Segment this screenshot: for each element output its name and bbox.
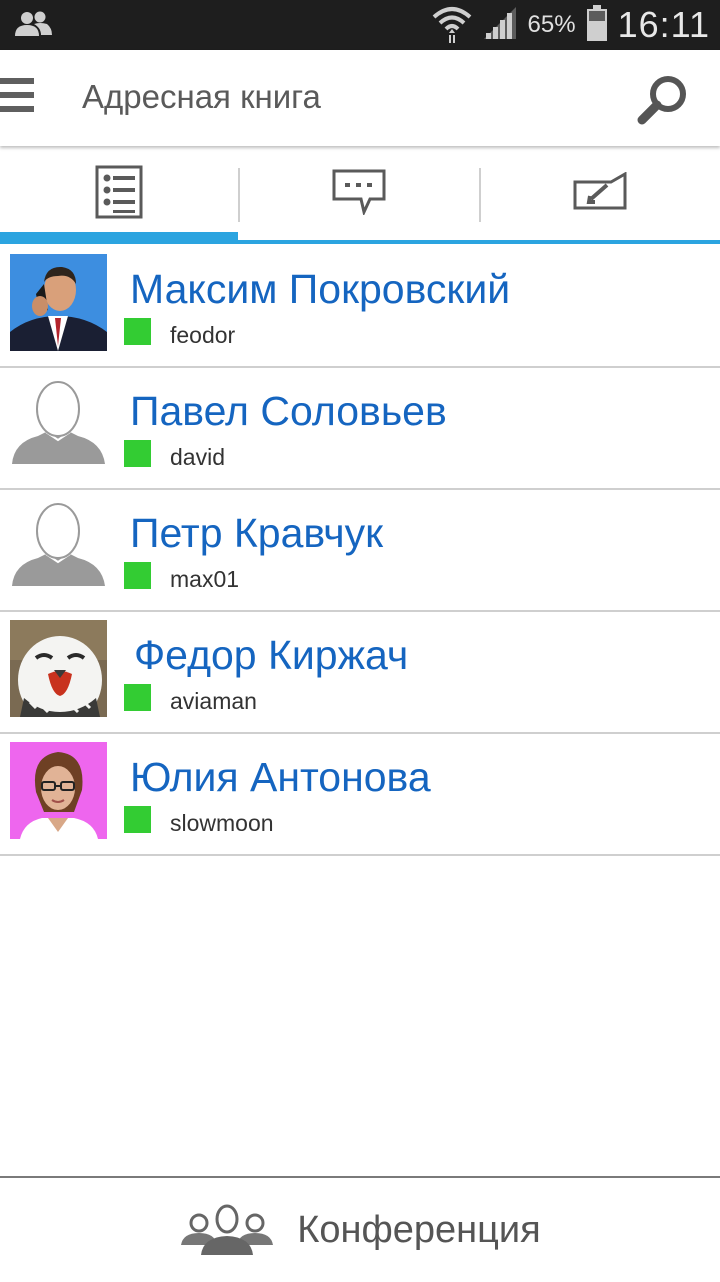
contact-name: Петр Кравчук	[130, 510, 384, 556]
contact-name: Павел Соловьев	[130, 388, 447, 434]
contact-login: feodor	[170, 322, 236, 348]
tab-selected-indicator	[0, 232, 238, 244]
conference-label: Конференция	[297, 1208, 541, 1251]
contact-list: Максим Покровский feodor Павел Соловьев …	[0, 246, 720, 856]
online-status-indicator	[124, 562, 151, 589]
tab-contacts[interactable]	[0, 148, 238, 240]
contact-list-icon	[95, 165, 143, 224]
contact-login: max01	[170, 566, 240, 592]
contact-name: Федор Киржач	[134, 632, 409, 678]
status-bar: 65% 16:11	[0, 0, 720, 50]
avatar	[10, 620, 107, 717]
avatar	[10, 376, 107, 473]
contact-login: aviaman	[170, 688, 257, 714]
contact-item[interactable]: Максим Покровский feodor	[0, 246, 720, 368]
hamburger-menu-icon[interactable]	[0, 78, 34, 118]
battery-percent: 65%	[527, 11, 576, 38]
contact-login: david	[170, 444, 225, 470]
call-history-icon	[573, 170, 627, 217]
online-status-indicator	[124, 440, 151, 467]
battery-icon	[586, 4, 608, 46]
clock: 16:11	[617, 4, 710, 45]
online-status-indicator	[124, 684, 151, 711]
avatar	[10, 498, 107, 595]
chat-bubble-icon	[332, 169, 386, 220]
contact-name: Максим Покровский	[130, 266, 511, 312]
online-status-indicator	[124, 318, 151, 345]
search-icon[interactable]	[634, 72, 694, 128]
online-status-indicator	[124, 806, 151, 833]
avatar	[10, 254, 107, 351]
wifi-icon	[432, 3, 472, 48]
tab-chats[interactable]	[240, 148, 478, 240]
page-title: Адресная книга	[82, 78, 321, 115]
contact-item[interactable]: Юлия Антонова slowmoon	[0, 734, 720, 856]
contact-item[interactable]: Федор Киржач aviaman	[0, 612, 720, 734]
contact-item[interactable]: Павел Соловьев david	[0, 368, 720, 490]
conference-button[interactable]: Конференция	[0, 1176, 720, 1282]
avatar	[10, 742, 107, 839]
app-bar: Адресная книга	[0, 50, 720, 146]
tab-calls[interactable]	[481, 148, 719, 240]
conference-group-icon	[179, 1203, 275, 1257]
contact-name: Юлия Антонова	[130, 754, 431, 800]
signal-icon	[482, 5, 518, 46]
contact-login: slowmoon	[170, 810, 274, 836]
contact-item[interactable]: Петр Кравчук max01	[0, 490, 720, 612]
tab-bar	[0, 148, 720, 246]
contacts-notification-icon	[14, 10, 54, 40]
